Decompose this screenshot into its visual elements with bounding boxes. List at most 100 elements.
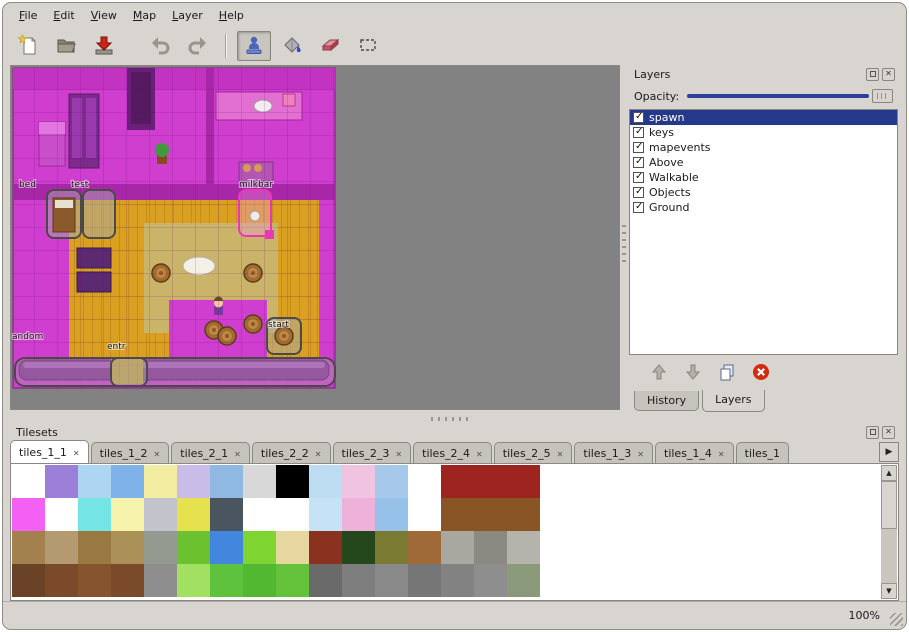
float-dock-button[interactable] [866,68,879,81]
tileset-tile[interactable] [375,564,408,597]
tileset-tile[interactable] [144,498,177,531]
tileset-tab[interactable]: tiles_1_1 [10,440,89,463]
layer-visibility-checkbox[interactable] [633,187,644,198]
float-dock-button[interactable] [866,426,879,439]
tileset-tile[interactable] [507,465,540,498]
tileset-tile[interactable] [78,564,111,597]
delete-layer-button[interactable] [748,361,774,385]
tileset-tile[interactable] [342,498,375,531]
menu-file[interactable]: File [11,6,45,25]
close-tab-icon[interactable] [557,447,564,460]
eraser-button[interactable] [313,31,347,61]
tileset-tile[interactable] [276,564,309,597]
tileset-tile[interactable] [408,531,441,564]
tileset-tile[interactable] [243,531,276,564]
tileset-tile[interactable] [342,531,375,564]
tileset-tile[interactable] [12,465,45,498]
layer-visibility-checkbox[interactable] [633,202,644,213]
menu-edit[interactable]: Edit [45,6,82,25]
tileset-tile[interactable] [309,465,342,498]
opacity-slider[interactable] [685,88,893,104]
tileset-tile[interactable] [441,498,474,531]
menu-map[interactable]: Map [125,6,164,25]
tileset-tile[interactable] [111,564,144,597]
tileset-tile[interactable] [243,564,276,597]
tileset-tile[interactable] [408,465,441,498]
tileset-tab[interactable]: tiles_2_1 [171,442,250,463]
menu-layer[interactable]: Layer [164,6,211,25]
tileset-tile[interactable] [177,531,210,564]
tileset-tab[interactable]: tiles_2_4 [413,442,492,463]
map-object-entr[interactable] [111,358,147,386]
tileset-tab[interactable]: tiles_1 [736,442,789,463]
tileset-tile[interactable] [441,465,474,498]
new-map-button[interactable] [11,31,45,61]
tileset-tile[interactable] [507,564,540,597]
close-dock-button[interactable] [882,426,895,439]
tileset-tile[interactable] [408,498,441,531]
tileset-tile[interactable] [78,498,111,531]
tileset-tile[interactable] [177,564,210,597]
tileset-tile[interactable] [78,465,111,498]
open-map-button[interactable] [49,31,83,61]
horizontal-splitter[interactable] [3,415,906,423]
close-tab-icon[interactable] [315,447,322,460]
tileset-tile[interactable] [210,498,243,531]
layer-row-mapevents[interactable]: mapevents [630,140,897,155]
layer-row-spawn[interactable]: spawn [630,110,897,125]
tileset-tile[interactable] [12,564,45,597]
menu-view[interactable]: View [83,6,125,25]
tileset-tile[interactable] [375,465,408,498]
tileset-tile[interactable] [408,564,441,597]
layer-row-above[interactable]: Above [630,155,897,170]
tileset-tile[interactable] [210,531,243,564]
close-tab-icon[interactable] [718,447,725,460]
layer-row-walkable[interactable]: Walkable [630,170,897,185]
tileset-tile[interactable] [474,465,507,498]
tileset-tile[interactable] [441,531,474,564]
tileset-tile[interactable] [243,465,276,498]
stamp-brush-button[interactable] [237,31,271,61]
tileset-view[interactable] [10,464,899,601]
tileset-tile[interactable] [309,564,342,597]
menu-help[interactable]: Help [211,6,252,25]
scroll-down-icon[interactable] [881,583,897,599]
duplicate-layer-button[interactable] [714,361,740,385]
tab-scroll-right-button[interactable] [879,442,899,462]
tileset-tile[interactable] [375,498,408,531]
layer-row-keys[interactable]: keys [630,125,897,140]
tileset-tile[interactable] [111,531,144,564]
tileset-tile[interactable] [342,465,375,498]
layer-visibility-checkbox[interactable] [633,157,644,168]
layer-visibility-checkbox[interactable] [633,142,644,153]
close-tab-icon[interactable] [637,447,644,460]
tileset-tile[interactable] [78,531,111,564]
tileset-tile[interactable] [507,498,540,531]
tileset-tile[interactable] [342,564,375,597]
lower-layer-button[interactable] [680,361,706,385]
scrollbar-thumb[interactable] [881,481,897,529]
map-object-test[interactable] [83,190,115,238]
tileset-tab[interactable]: tiles_1_4 [655,442,734,463]
layer-row-ground[interactable]: Ground [630,200,897,215]
close-tab-icon[interactable] [476,447,483,460]
tileset-tile[interactable] [474,498,507,531]
close-tab-icon[interactable] [234,447,241,460]
tileset-tile[interactable] [45,498,78,531]
bucket-fill-button[interactable] [275,31,309,61]
tileset-tile[interactable] [210,465,243,498]
tileset-tile[interactable] [111,498,144,531]
tileset-tab[interactable]: tiles_1_3 [574,442,653,463]
tileset-tile[interactable] [210,564,243,597]
close-tab-icon[interactable] [395,447,402,460]
save-map-button[interactable] [87,31,121,61]
tab-history[interactable]: History [634,391,699,411]
tileset-tile[interactable] [45,465,78,498]
map-view[interactable]: bed test milkbar start andom entr [10,65,620,410]
object-resize-handle[interactable] [265,230,274,239]
tileset-tile[interactable] [441,564,474,597]
tileset-tile[interactable] [309,498,342,531]
tileset-tile[interactable] [276,498,309,531]
tileset-tile[interactable] [375,531,408,564]
map-object-counter[interactable] [15,358,335,386]
